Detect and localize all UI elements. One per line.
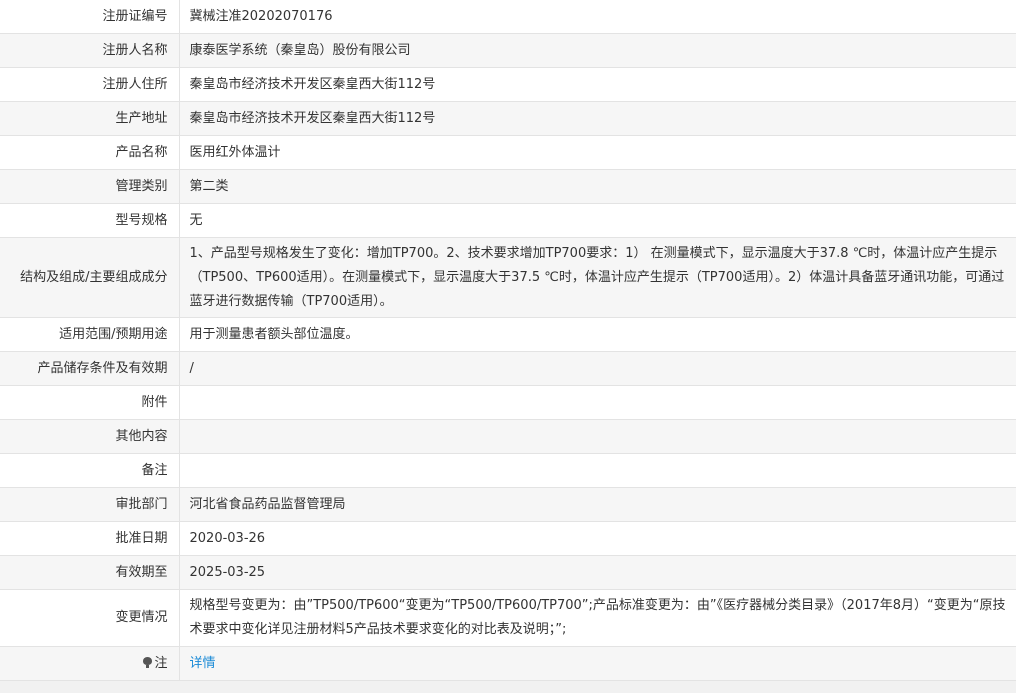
row-value: 第二类 — [179, 169, 1016, 204]
row-label: 产品名称 — [0, 135, 180, 170]
row-change-info: 变更情况 规格型号变更为：由”TP500/TP600“变更为“TP500/TP6… — [0, 589, 1016, 647]
row-value — [179, 453, 1016, 488]
row-attachment: 附件 — [0, 385, 1016, 420]
note-label: 注 — [154, 655, 168, 671]
row-registrant-name: 注册人名称 康泰医学系统（秦皇岛）股份有限公司 — [0, 33, 1016, 68]
row-label: 结构及组成/主要组成成分 — [0, 237, 180, 318]
row-label: 型号规格 — [0, 203, 180, 238]
row-label: 注册证编号 — [0, 0, 180, 34]
row-note: 注 详情 — [0, 646, 1016, 681]
row-label: 生产地址 — [0, 101, 180, 136]
row-value: 河北省食品药品监督管理局 — [179, 487, 1016, 522]
row-value: 医用红外体温计 — [179, 135, 1016, 170]
row-label: 产品储存条件及有效期 — [0, 351, 180, 386]
row-label: 管理类别 — [0, 169, 180, 204]
row-label: 备注 — [0, 453, 180, 488]
row-value — [179, 419, 1016, 454]
row-label: 注册人名称 — [0, 33, 180, 68]
row-label: 适用范围/预期用途 — [0, 317, 180, 352]
row-label: 其他内容 — [0, 419, 180, 454]
row-intended-use: 适用范围/预期用途 用于测量患者额头部位温度。 — [0, 317, 1016, 352]
row-label: 注 — [0, 646, 180, 681]
row-registration-number: 注册证编号 冀械注准20202070176 — [0, 0, 1016, 34]
row-approval-dept: 审批部门 河北省食品药品监督管理局 — [0, 487, 1016, 522]
row-management-class: 管理类别 第二类 — [0, 169, 1016, 204]
row-remarks: 备注 — [0, 453, 1016, 488]
row-production-address: 生产地址 秦皇岛市经济技术开发区秦皇西大街112号 — [0, 101, 1016, 136]
row-value: 秦皇岛市经济技术开发区秦皇西大街112号 — [179, 101, 1016, 136]
row-value: 用于测量患者额头部位温度。 — [179, 317, 1016, 352]
row-label: 附件 — [0, 385, 180, 420]
row-value: / — [179, 351, 1016, 386]
row-other-content: 其他内容 — [0, 419, 1016, 454]
page-bottom-bar — [0, 681, 1016, 693]
row-value: 康泰医学系统（秦皇岛）股份有限公司 — [179, 33, 1016, 68]
row-storage-validity: 产品储存条件及有效期 / — [0, 351, 1016, 386]
row-value: 2025-03-25 — [179, 555, 1016, 590]
row-approval-date: 批准日期 2020-03-26 — [0, 521, 1016, 556]
registration-info-table: 注册证编号 冀械注准20202070176 注册人名称 康泰医学系统（秦皇岛）股… — [0, 0, 1016, 681]
row-model-spec: 型号规格 无 — [0, 203, 1016, 238]
row-registrant-address: 注册人住所 秦皇岛市经济技术开发区秦皇西大街112号 — [0, 67, 1016, 102]
row-label: 批准日期 — [0, 521, 180, 556]
row-value: 规格型号变更为：由”TP500/TP600“变更为“TP500/TP600/TP… — [179, 589, 1016, 647]
lightbulb-icon — [143, 656, 153, 668]
row-value: 1、产品型号规格发生了变化：增加TP700。2、技术要求增加TP700要求：1）… — [179, 237, 1016, 318]
row-label: 变更情况 — [0, 589, 180, 647]
row-label: 审批部门 — [0, 487, 180, 522]
row-value: 冀械注准20202070176 — [179, 0, 1016, 34]
row-value: 无 — [179, 203, 1016, 238]
row-label: 有效期至 — [0, 555, 180, 590]
row-product-name: 产品名称 医用红外体温计 — [0, 135, 1016, 170]
row-value: 秦皇岛市经济技术开发区秦皇西大街112号 — [179, 67, 1016, 102]
row-label: 注册人住所 — [0, 67, 180, 102]
row-valid-until: 有效期至 2025-03-25 — [0, 555, 1016, 590]
row-value: 详情 — [179, 646, 1016, 681]
details-link[interactable]: 详情 — [190, 656, 216, 671]
row-structure-composition: 结构及组成/主要组成成分 1、产品型号规格发生了变化：增加TP700。2、技术要… — [0, 237, 1016, 318]
row-value: 2020-03-26 — [179, 521, 1016, 556]
row-value — [179, 385, 1016, 420]
